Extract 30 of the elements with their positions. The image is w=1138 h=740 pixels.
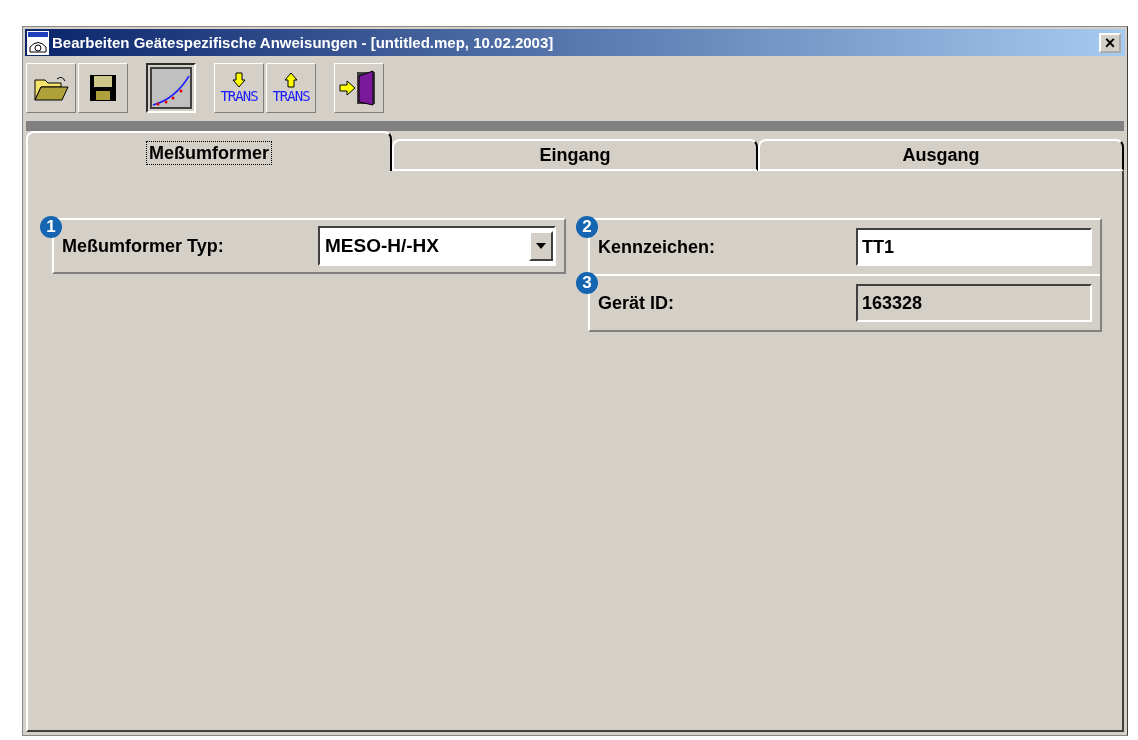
tab[interactable]: Ausgang <box>758 139 1124 171</box>
dropdown-value: MESO-H/-HX <box>324 235 440 257</box>
down-arrow-icon <box>232 72 246 88</box>
text-field[interactable]: TT1 <box>856 228 1092 266</box>
callout-badge: 2 <box>576 216 598 238</box>
curve-chart-icon <box>150 67 192 109</box>
exit-button[interactable] <box>334 63 384 113</box>
close-button[interactable]: × <box>1099 32 1121 53</box>
trans-label: TRANS <box>272 88 310 104</box>
save-button[interactable] <box>78 63 128 113</box>
dropdown-arrow-button[interactable] <box>529 231 553 261</box>
phone-app-icon <box>27 30 49 55</box>
type-dropdown[interactable]: MESO-H/-HX <box>318 226 556 266</box>
chart-button[interactable] <box>146 63 196 113</box>
window-title: Bearbeiten Geätespezifische Anweisungen - [untitled.mep, 10.02.2003] <box>52 34 555 51</box>
folder-icon <box>33 74 69 102</box>
text-field[interactable]: 163328 <box>856 284 1092 322</box>
download-button[interactable]: TRANS <box>214 63 264 113</box>
callout-badge: 1 <box>40 216 62 238</box>
field-label: Meßumformer Typ: <box>62 235 225 257</box>
tab[interactable]: Meßumformer <box>26 131 392 171</box>
field-label: Gerät ID: <box>598 292 676 314</box>
upload-button[interactable]: TRANS <box>266 63 316 113</box>
field-label: Kennzeichen: <box>598 236 717 258</box>
callout-badge: 3 <box>576 272 598 294</box>
tab[interactable]: Eingang <box>392 139 758 171</box>
trans-label: TRANS <box>220 88 258 104</box>
up-arrow-icon <box>284 72 298 88</box>
caret-icon <box>536 243 546 249</box>
open-button[interactable] <box>26 63 76 113</box>
